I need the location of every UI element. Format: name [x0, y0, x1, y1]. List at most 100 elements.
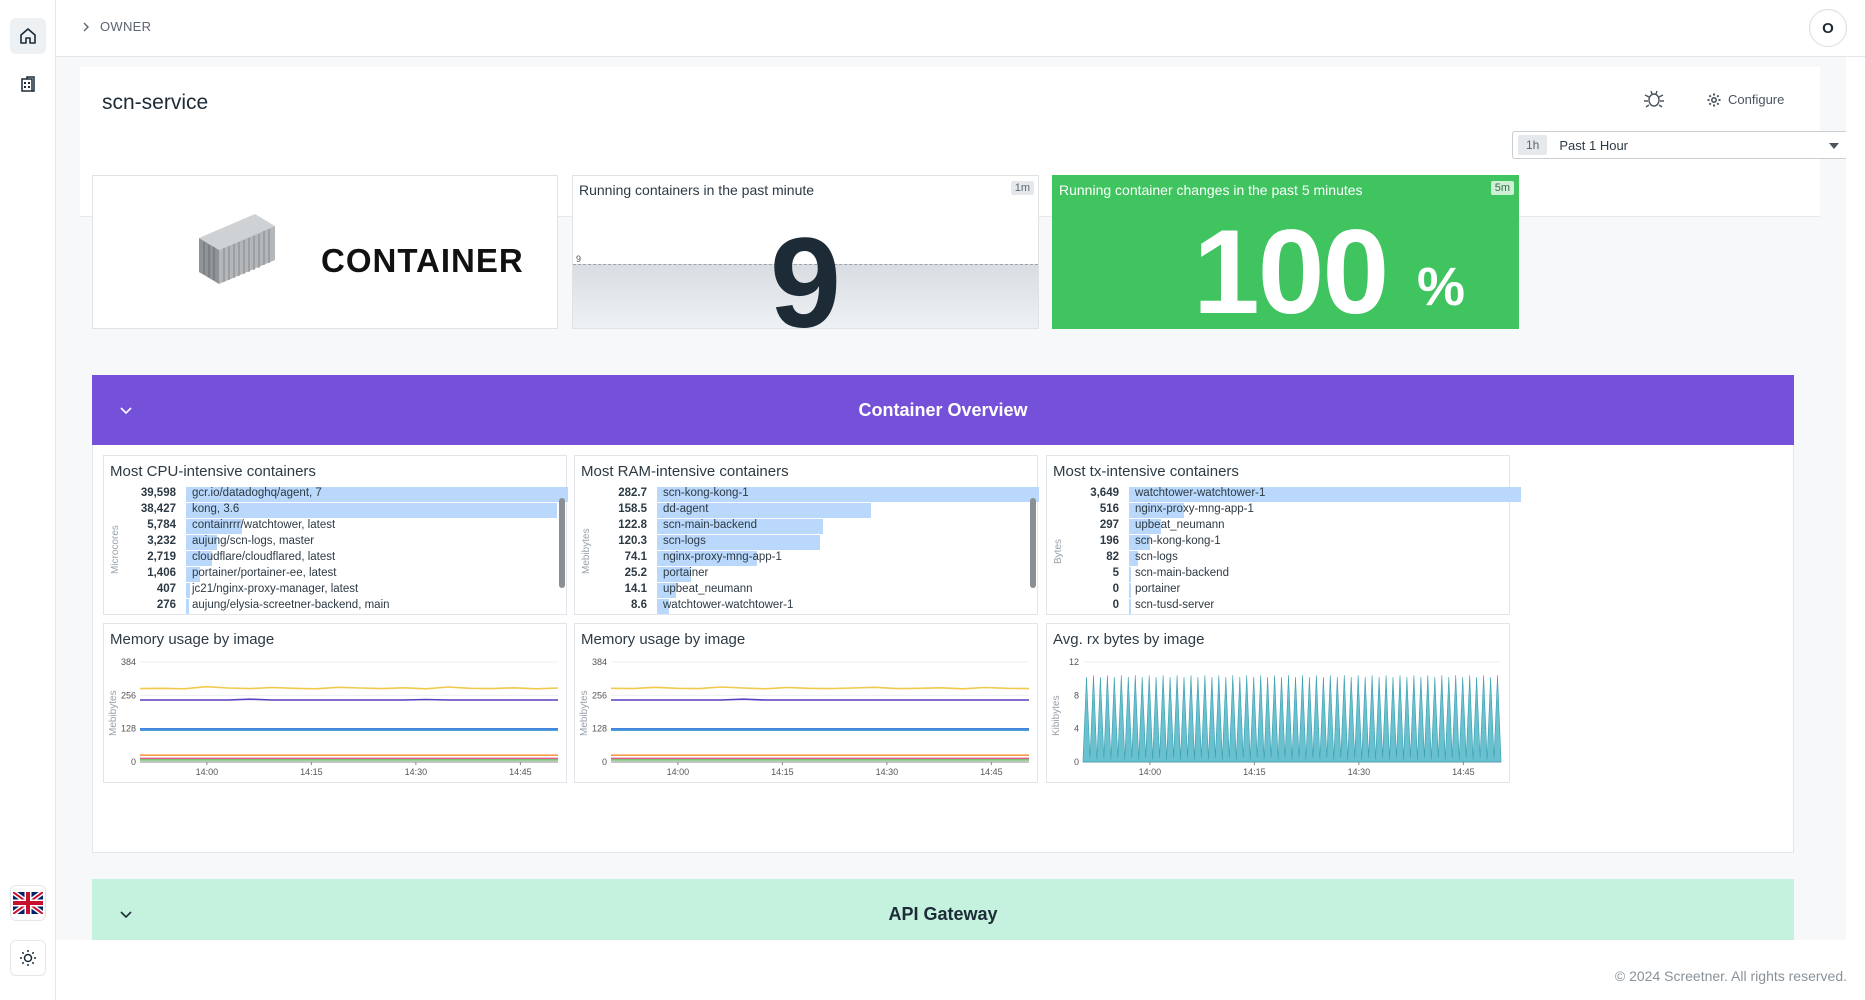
breadcrumb: OWNER: [82, 19, 151, 34]
footer-copyright: © 2024 Screetner. All rights reserved.: [1614, 968, 1847, 984]
series-line: [139, 685, 559, 690]
toplist-name: portainer/portainer-ee, latest: [192, 567, 337, 579]
x-tick-label: 14:45: [980, 767, 1003, 777]
toplist-name: nginx-proxy-mng-app-1: [1135, 503, 1254, 515]
toplist-row[interactable]: 82 scn-logs: [1051, 550, 1507, 566]
y-tick-label: 384: [121, 657, 136, 667]
y-tick-label: 256: [592, 690, 607, 700]
y-tick-label: 12: [1069, 657, 1079, 667]
toplist-name: scn-kong-kong-1: [663, 487, 749, 499]
home-button[interactable]: [10, 18, 46, 54]
toplist-name: scn-kong-kong-1: [1135, 535, 1221, 547]
toplist-row[interactable]: 14.1 upbeat_neumann: [579, 582, 1021, 598]
toplist-value: 407: [156, 583, 176, 595]
x-tick-label: 14:00: [196, 767, 219, 777]
ram-toplist-widget: Most RAM-intensive containers Mebibytes …: [574, 455, 1039, 615]
ram-toplist-scrollbar[interactable]: [1030, 498, 1036, 588]
toplist-name: kong, 3.6: [192, 503, 240, 515]
toplist-bar: [186, 503, 557, 518]
timeframe-select[interactable]: 1h Past 1 Hour: [1512, 131, 1846, 159]
series-line: [611, 698, 1029, 701]
x-tick-label: 14:45: [509, 767, 532, 777]
toplist-row[interactable]: 2,719 cloudflare/cloudflared, latest: [108, 550, 550, 566]
page-title: scn-service: [102, 91, 209, 114]
container-overview-group-header[interactable]: Container Overview: [92, 375, 1794, 445]
toplist-row[interactable]: 0 scn-tusd-server: [1051, 598, 1507, 614]
avatar[interactable]: O: [1809, 9, 1847, 47]
toplist-row[interactable]: 3,649 watchtower-watchtower-1: [1051, 486, 1521, 502]
toplist-row[interactable]: 158.5 dd-agent: [579, 502, 1021, 518]
toplist-row[interactable]: 5 scn-main-backend: [1051, 566, 1507, 582]
chevron-down-icon[interactable]: [118, 906, 134, 922]
container-changes-value: 100: [1193, 205, 1389, 339]
memory-timeseries-chart-2: 384 256 128 0 14:00 14:15 14:30 14:45: [592, 657, 1030, 777]
toplist-name: portainer: [1135, 583, 1181, 595]
toplist-value: 3,232: [147, 535, 176, 547]
x-tick-label: 14:15: [771, 767, 794, 777]
toplist-value: 196: [1099, 535, 1119, 547]
cpu-toplist-title: Most CPU-intensive containers: [110, 463, 316, 480]
toplist-value: 8.6: [631, 599, 647, 611]
toplist-row[interactable]: 282.7 scn-kong-kong-1: [579, 486, 1039, 502]
cpu-toplist-rows: 39,598 gcr.io/datadoghq/agent, 7 38,427 kon…: [108, 486, 568, 614]
language-button[interactable]: [10, 885, 46, 921]
toplist-value: 5: [1112, 567, 1119, 579]
api-gateway-group-header[interactable]: API Gateway: [92, 879, 1794, 940]
toplist-row[interactable]: 516 nginx-proxy-mng-app-1: [1051, 502, 1507, 518]
toplist-row[interactable]: 122.8 scn-main-backend: [579, 518, 1021, 534]
configure-button[interactable]: Configure: [1707, 92, 1784, 107]
toplist-value: 82: [1106, 551, 1119, 563]
toplist-row[interactable]: 74.1 nginx-proxy-mng-app-1: [579, 550, 1021, 566]
toplist-row[interactable]: 38,427 kong, 3.6: [108, 502, 557, 518]
x-tick-label: 14:30: [1348, 767, 1371, 777]
toplist-value: 25.2: [624, 567, 647, 579]
y-tick-label: 0: [1074, 757, 1079, 767]
toplist-value: 3,649: [1090, 487, 1119, 499]
x-tick-label: 14:30: [876, 767, 899, 777]
sidebar: [0, 0, 56, 1000]
shipping-container-icon: [199, 214, 275, 284]
rx-timeseries-chart: 12 8 4 0 14:00 14:15 14:30 14:45: [1069, 657, 1502, 777]
memory-timeseries-chart-1: 384 256 128 0 14:00 14:15 14:30 14:45: [121, 657, 559, 777]
timeframe-chip: 1h: [1518, 135, 1548, 155]
toplist-name: dd-agent: [663, 503, 709, 515]
toplist-name: containrrr/watchtower, latest: [192, 519, 336, 531]
toplist-row[interactable]: 0 portainer: [1051, 582, 1507, 598]
toplist-row[interactable]: 25.2 portainer: [579, 566, 1021, 582]
memory-timeseries-widget-1: Memory usage by image Mebibytes 384 256 12…: [103, 623, 567, 783]
rx-timeseries-widget: Avg. rx bytes by image Kibibytes 12 8 4 0 14…: [1046, 623, 1510, 783]
series-line: [140, 698, 558, 701]
toplist-bar: [1129, 583, 1131, 598]
x-tick-label: 14:45: [1452, 767, 1475, 777]
cpu-toplist-scrollbar[interactable]: [559, 498, 565, 588]
toplist-name: portainer: [663, 567, 709, 579]
y-tick-label: 4: [1074, 724, 1079, 734]
dashboard-content: scn-service Configure 1h Past 1 Hour CON…: [56, 57, 1846, 940]
y-tick-label: 128: [592, 724, 607, 734]
memory-timeseries-title-2: Memory usage by image: [581, 631, 746, 648]
ram-toplist-rows: 282.7 scn-kong-kong-1 158.5 dd-agent 122.8 sc…: [579, 486, 1039, 614]
toplist-row[interactable]: 276 aujung/elysia-screetner-backend, main: [108, 598, 550, 614]
debug-button[interactable]: [1643, 88, 1667, 112]
toplist-value: 2,719: [147, 551, 176, 563]
toplist-row[interactable]: 5,784 containrrr/watchtower, latest: [108, 518, 550, 534]
toplist-row[interactable]: 3,232 aujung/scn-logs, master: [108, 534, 550, 550]
organizations-button[interactable]: [10, 66, 46, 102]
breadcrumb-owner[interactable]: OWNER: [100, 19, 151, 34]
toplist-bar: [186, 583, 190, 598]
toplist-row[interactable]: 196 scn-kong-kong-1: [1051, 534, 1507, 550]
toplist-row[interactable]: 120.3 scn-logs: [579, 534, 1021, 550]
y-tick-label: 256: [121, 690, 136, 700]
toplist-row[interactable]: 39,598 gcr.io/datadoghq/agent, 7: [108, 486, 568, 502]
container-changes-unit: %: [1417, 257, 1466, 317]
container-logo-tile: CONTAINER: [92, 175, 558, 329]
toplist-name: aujung/scn-logs, master: [192, 535, 315, 547]
toplist-row[interactable]: 297 upbeat_neumann: [1051, 518, 1507, 534]
chevron-down-icon[interactable]: [118, 402, 134, 418]
building-icon: [21, 76, 35, 92]
toplist-row[interactable]: 8.6 watchtower-watchtower-1: [579, 598, 1021, 614]
toplist-row[interactable]: 1,406 portainer/portainer-ee, latest: [108, 566, 550, 582]
theme-toggle-button[interactable]: [10, 940, 46, 976]
toplist-row[interactable]: 407 jc21/nginx-proxy-manager, latest: [108, 582, 550, 598]
x-tick-label: 14:15: [300, 767, 323, 777]
